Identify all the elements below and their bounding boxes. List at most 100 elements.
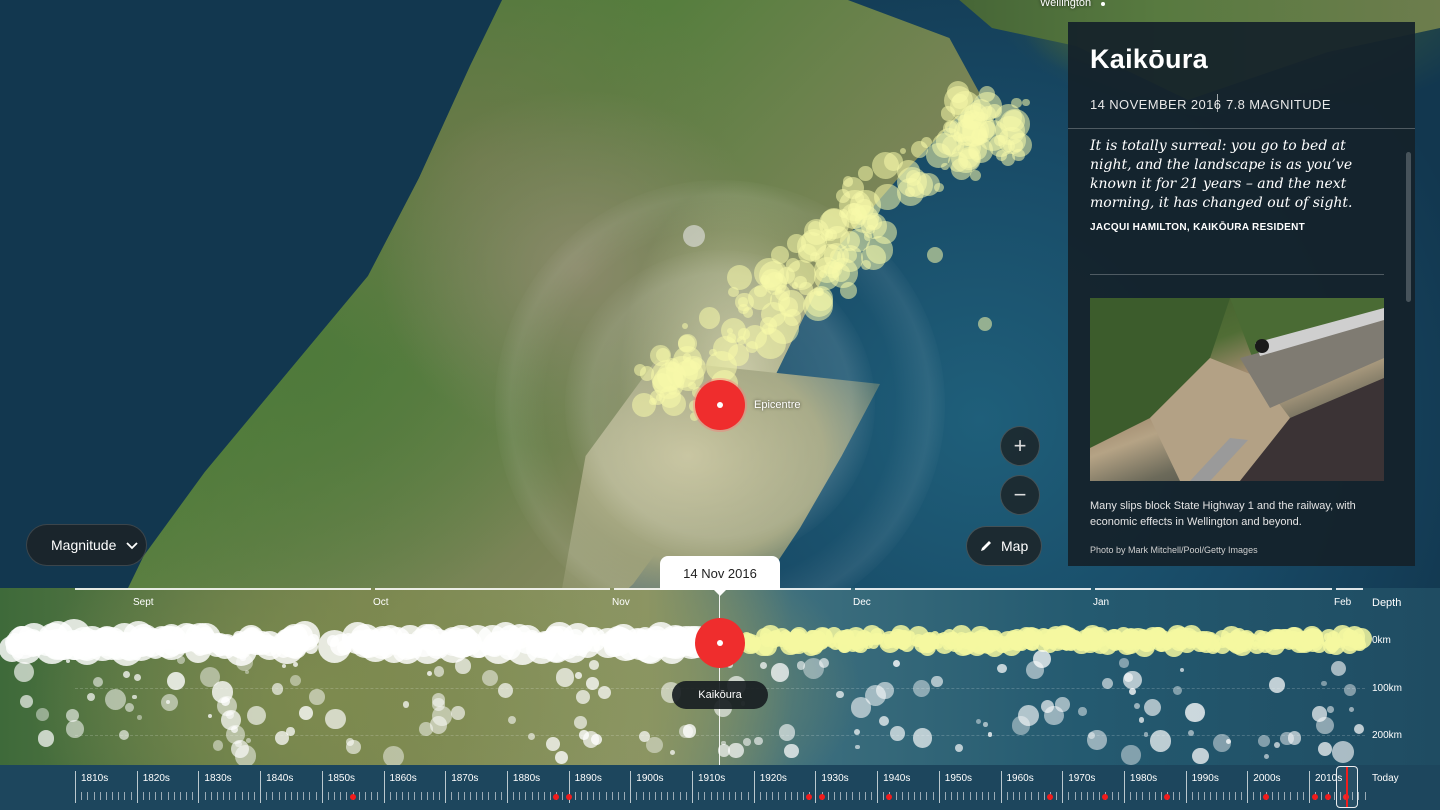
decade-label: 1810s bbox=[81, 773, 109, 784]
year-tick bbox=[340, 792, 342, 800]
timeline-dot bbox=[919, 636, 936, 653]
decade-item[interactable]: 1860s bbox=[383, 765, 446, 810]
decade-item[interactable]: 1810s bbox=[75, 765, 137, 810]
panel-separator bbox=[1090, 274, 1384, 275]
historic-quake-marker[interactable] bbox=[349, 794, 356, 800]
historic-quake-marker[interactable] bbox=[1324, 794, 1331, 800]
magnitude-filter-dropdown[interactable]: Magnitude bbox=[26, 524, 147, 566]
timeline-dot bbox=[1326, 706, 1334, 713]
decade-item[interactable]: 1990s bbox=[1185, 765, 1248, 810]
zoom-in-button[interactable]: + bbox=[1000, 426, 1040, 466]
timeline-dot bbox=[225, 641, 240, 657]
timeline-dot bbox=[1011, 639, 1019, 647]
year-tick bbox=[642, 792, 644, 800]
timeline-dot bbox=[836, 690, 844, 699]
timeline-dot bbox=[645, 622, 677, 654]
decade-item[interactable]: 2000s bbox=[1247, 765, 1309, 810]
timeline-dot bbox=[1342, 630, 1354, 642]
timeline-dot bbox=[1008, 631, 1029, 651]
year-tick bbox=[772, 792, 774, 800]
year-tick bbox=[432, 792, 434, 800]
year-tick bbox=[907, 792, 909, 800]
decade-item[interactable]: 1880s bbox=[506, 765, 569, 810]
decade-item[interactable]: 1910s bbox=[692, 765, 754, 810]
year-tick bbox=[525, 792, 527, 800]
map-view[interactable]: Wellington Epicentre + − Map Magnitude K… bbox=[0, 0, 1440, 588]
decade-item[interactable]: 1890s bbox=[568, 765, 631, 810]
timeline-dot bbox=[1054, 632, 1068, 645]
decade-item[interactable]: 1950s bbox=[938, 765, 1001, 810]
timeline-dot bbox=[606, 627, 635, 655]
panel-magnitude: 7.8 MAGNITUDE bbox=[1226, 97, 1331, 112]
epicentre-marker[interactable] bbox=[695, 380, 745, 430]
timeline-dot bbox=[499, 631, 512, 643]
timeline-dot bbox=[1119, 632, 1141, 654]
year-tick bbox=[204, 792, 206, 800]
timeline-dot bbox=[798, 641, 808, 652]
timeline-quake-marker[interactable] bbox=[695, 618, 745, 668]
decade-item[interactable]: 1900s bbox=[630, 765, 692, 810]
timeline-dot bbox=[1185, 631, 1203, 649]
panel-scrollbar[interactable] bbox=[1406, 152, 1411, 302]
decade-item[interactable]: 1920s bbox=[753, 765, 816, 810]
month-label: Sept bbox=[133, 597, 154, 608]
historic-quake-marker[interactable] bbox=[565, 794, 572, 800]
timeline-dot bbox=[983, 722, 988, 727]
timeline-dot bbox=[407, 642, 419, 654]
current-date-flag[interactable]: 14 Nov 2016 bbox=[660, 556, 780, 590]
year-tick bbox=[531, 792, 533, 800]
timeline-dot bbox=[912, 728, 933, 748]
timeline-dot bbox=[143, 630, 158, 646]
decade-item[interactable]: 1840s bbox=[260, 765, 322, 810]
decade-window-handle[interactable] bbox=[1336, 766, 1358, 808]
historic-quake-marker[interactable] bbox=[818, 794, 825, 800]
decade-navigator[interactable]: 1810s 1820s 1830s 1840s 1850s 1860s 1870s 1880s… bbox=[0, 765, 1440, 810]
historic-quake-marker[interactable] bbox=[1262, 794, 1269, 800]
depth-timeline[interactable]: Sept Oct Nov Dec Jan Feb Depth 0km 100km 200k… bbox=[0, 588, 1440, 765]
zoom-out-button[interactable]: − bbox=[1000, 475, 1040, 515]
year-tick bbox=[1302, 792, 1304, 800]
timeline-dot bbox=[57, 619, 91, 654]
timeline-dot bbox=[185, 636, 211, 663]
timeline-dot bbox=[1155, 641, 1167, 653]
decade-item[interactable]: 1960s bbox=[1000, 765, 1063, 810]
timeline-dot bbox=[1075, 639, 1086, 651]
timeline-dot bbox=[982, 633, 994, 645]
timeline-dot bbox=[1177, 634, 1188, 645]
pencil-icon bbox=[979, 539, 993, 553]
earthquake-info-panel[interactable]: Kaikōura 14 NOVEMBER 2016 7.8 MAGNITUDE … bbox=[1068, 22, 1415, 566]
year-tick bbox=[334, 792, 336, 800]
timeline-dot bbox=[284, 635, 308, 659]
year-tick bbox=[290, 792, 292, 800]
decade-item[interactable]: 1940s bbox=[877, 765, 939, 810]
timeline-dot bbox=[127, 623, 161, 657]
decade-item[interactable]: 1930s bbox=[815, 765, 877, 810]
timeline-dot bbox=[235, 654, 253, 672]
timeline-dot bbox=[189, 622, 221, 654]
decade-item[interactable]: 1870s bbox=[445, 765, 507, 810]
decade-item[interactable]: 1850s bbox=[321, 765, 384, 810]
timeline-dot bbox=[812, 626, 834, 648]
decade-item[interactable]: 1970s bbox=[1062, 765, 1124, 810]
year-tick bbox=[574, 792, 576, 800]
decade-item[interactable]: 1820s bbox=[136, 765, 199, 810]
decade-item[interactable]: 1980s bbox=[1123, 765, 1186, 810]
timeline-dot bbox=[1100, 631, 1109, 639]
timeline-dot bbox=[158, 629, 174, 645]
timeline-dot bbox=[1235, 631, 1253, 649]
earthquake-explorer: Wellington Epicentre + − Map Magnitude K… bbox=[0, 0, 1440, 810]
timeline-dot bbox=[531, 631, 560, 660]
timeline-dot bbox=[1054, 633, 1065, 644]
timeline-dot bbox=[947, 632, 958, 642]
decade-item[interactable]: 1830s bbox=[198, 765, 260, 810]
timeline-dot bbox=[1328, 638, 1340, 651]
timeline-dot bbox=[1332, 741, 1355, 764]
timeline-cursor[interactable] bbox=[719, 588, 720, 765]
timeline-dot bbox=[555, 635, 580, 660]
timeline-dot bbox=[554, 751, 568, 765]
map-toggle-button[interactable]: Map bbox=[966, 526, 1042, 566]
year-tick bbox=[778, 792, 780, 800]
historic-quake-marker[interactable] bbox=[1046, 794, 1053, 800]
year-tick bbox=[766, 792, 768, 800]
timeline-dot bbox=[612, 642, 626, 657]
